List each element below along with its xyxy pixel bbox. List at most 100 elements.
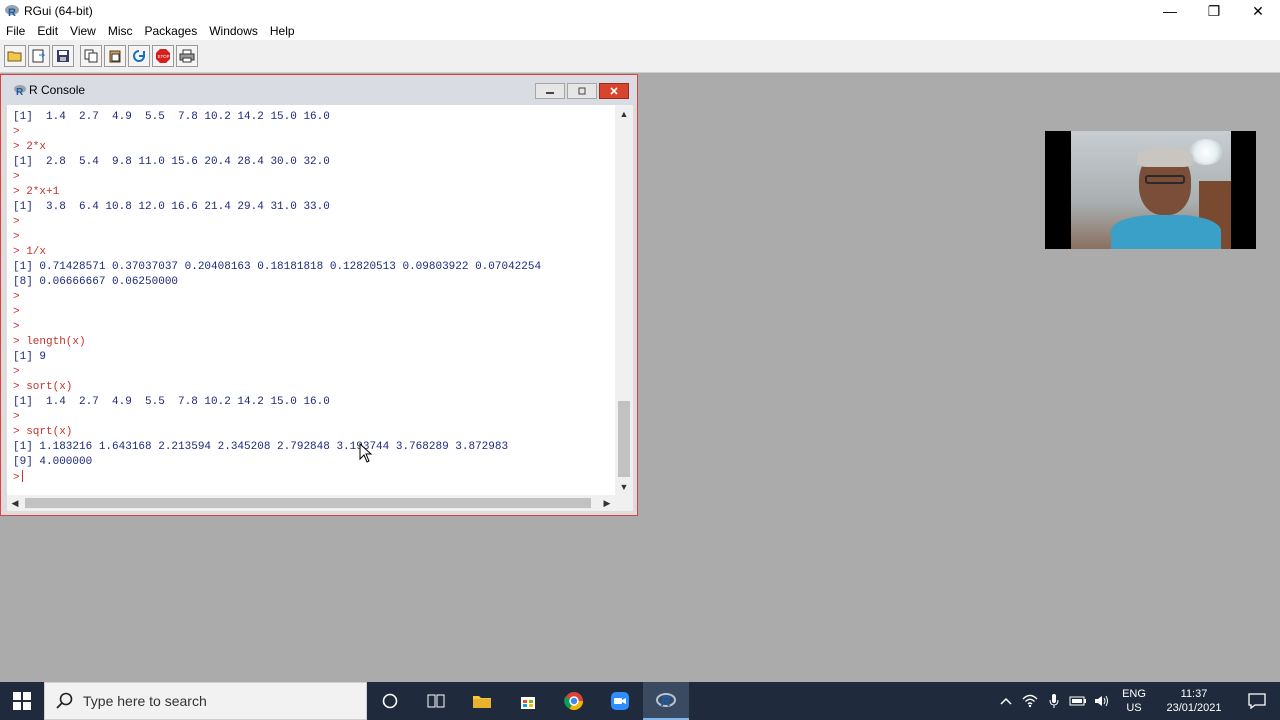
mouse-cursor-icon (359, 442, 373, 463)
system-tray: ENG US 11:37 23/01/2021 (994, 682, 1280, 720)
console-input-line: > 1/x (13, 246, 47, 258)
console-input-line: > (13, 366, 20, 378)
presenter-glasses (1145, 175, 1185, 184)
console-input-line: > (13, 291, 20, 303)
open-script-icon[interactable] (4, 45, 26, 67)
chrome-icon[interactable] (551, 682, 597, 720)
app-titlebar: R RGui (64-bit) — ❐ ✕ (0, 0, 1280, 22)
menu-edit[interactable]: Edit (31, 22, 64, 40)
search-placeholder: Type here to search (83, 693, 207, 709)
console-output-line: [1] 0.71428571 0.37037037 0.20408163 0.1… (13, 261, 542, 273)
menubar: File Edit View Misc Packages Windows Hel… (0, 22, 1280, 40)
console-title: R Console (29, 83, 86, 97)
console-output-line: [1] 1.183216 1.643168 2.213594 2.345208 … (13, 441, 509, 453)
taskbar: Type here to search ENG US 11:37 23/01/2… (0, 682, 1280, 720)
copy-icon[interactable] (80, 45, 102, 67)
console-output-line: [8] 0.06666667 0.06250000 (13, 276, 179, 288)
console-input-line: > (13, 126, 20, 138)
console-input-line: > (13, 306, 20, 318)
scroll-down-arrow-icon[interactable]: ▼ (615, 478, 633, 495)
console-titlebar: R R Console (1, 75, 637, 105)
menu-view[interactable]: View (64, 22, 102, 40)
webcam-video-overlay (1045, 131, 1256, 249)
vertical-scroll-thumb[interactable] (618, 401, 630, 477)
console-body[interactable]: [1] 1.4 2.7 4.9 5.5 7.8 10.2 14.2 15.0 1… (7, 105, 633, 511)
console-minimize-button[interactable] (535, 83, 565, 99)
console-input-line: > (13, 216, 20, 228)
microphone-icon[interactable] (1042, 682, 1066, 720)
horizontal-scrollbar[interactable]: ◀ ▶ (7, 495, 633, 511)
menu-help[interactable]: Help (264, 22, 301, 40)
svg-text:R: R (8, 7, 16, 18)
svg-text:R: R (16, 87, 24, 96)
show-hidden-icons-chevron-icon[interactable] (994, 682, 1018, 720)
save-workspace-icon[interactable] (52, 45, 74, 67)
menu-packages[interactable]: Packages (139, 22, 204, 40)
webcam-scene (1071, 131, 1231, 249)
console-output-line: [1] 3.8 6.4 10.8 12.0 16.6 21.4 29.4 31.… (13, 201, 330, 213)
console-restore-button[interactable] (567, 83, 597, 99)
scroll-up-arrow-icon[interactable]: ▲ (615, 105, 633, 122)
load-workspace-icon[interactable] (28, 45, 50, 67)
app-title: RGui (64-bit) (24, 4, 93, 18)
minimize-button[interactable]: — (1148, 0, 1192, 22)
r-logo-icon: R (4, 3, 20, 19)
menu-windows[interactable]: Windows (203, 22, 264, 40)
console-output-line: [1] 2.8 5.4 9.8 11.0 15.6 20.4 28.4 30.0… (13, 156, 330, 168)
console-prompt: > (13, 472, 20, 484)
console-input-line: > sort(x) (13, 381, 73, 393)
task-view-icon[interactable] (413, 682, 459, 720)
console-input-line: > length(x) (13, 336, 86, 348)
horizontal-scroll-thumb[interactable] (25, 498, 591, 508)
console-output-line: [1] 1.4 2.7 4.9 5.5 7.8 10.2 14.2 15.0 1… (13, 396, 330, 408)
vertical-scrollbar[interactable]: ▲ ▼ (615, 105, 633, 495)
clock-time: 11:37 (1180, 688, 1208, 700)
console-input-line: > 2*x+1 (13, 186, 60, 198)
print-icon[interactable] (176, 45, 198, 67)
wifi-icon[interactable] (1018, 682, 1042, 720)
console-output-line: [9] 4.000000 (13, 456, 93, 468)
console-input-line: > (13, 231, 20, 243)
rgui-taskbar-icon[interactable] (643, 682, 689, 720)
file-explorer-icon[interactable] (459, 682, 505, 720)
zoom-icon[interactable] (597, 682, 643, 720)
console-input-line: > 2*x (13, 141, 47, 153)
console-prompt-line[interactable]: > (13, 470, 613, 485)
taskbar-search-box[interactable]: Type here to search (44, 682, 367, 720)
start-button[interactable] (0, 682, 44, 720)
r-console-window: R R Console [1] 1.4 2.7 4.9 5.5 7.8 10.2… (0, 74, 638, 516)
paste-icon[interactable] (104, 45, 126, 67)
text-caret (21, 470, 23, 482)
svg-text:STOP: STOP (158, 54, 170, 59)
close-button[interactable]: ✕ (1236, 0, 1280, 22)
lamp-light (1189, 139, 1223, 165)
console-input-line: > sqrt(x) (13, 426, 73, 438)
console-output-line: [1] 1.4 2.7 4.9 5.5 7.8 10.2 14.2 15.0 1… (13, 111, 330, 123)
windows-logo-icon (13, 692, 31, 710)
menu-misc[interactable]: Misc (102, 22, 139, 40)
cortana-icon[interactable] (367, 682, 413, 720)
console-input-line: > (13, 171, 20, 183)
restore-button[interactable]: ❐ (1192, 0, 1236, 22)
stop-icon[interactable]: STOP (152, 45, 174, 67)
presenter-shirt (1111, 215, 1221, 249)
region-code: US (1126, 702, 1142, 714)
console-output-line: [1] 9 (13, 351, 47, 363)
battery-icon[interactable] (1066, 682, 1090, 720)
console-output[interactable]: [1] 1.4 2.7 4.9 5.5 7.8 10.2 14.2 15.0 1… (13, 110, 613, 494)
copy-paste-icon[interactable] (128, 45, 150, 67)
console-close-button[interactable] (599, 83, 629, 99)
presenter-hair (1137, 147, 1193, 167)
scroll-left-arrow-icon[interactable]: ◀ (7, 495, 23, 511)
scroll-right-arrow-icon[interactable]: ▶ (599, 495, 615, 511)
taskbar-clock[interactable]: 11:37 23/01/2021 (1154, 687, 1234, 715)
volume-icon[interactable] (1090, 682, 1114, 720)
menu-file[interactable]: File (0, 22, 31, 40)
action-center-icon[interactable] (1234, 682, 1280, 720)
clock-date: 23/01/2021 (1166, 702, 1222, 714)
store-icon[interactable] (505, 682, 551, 720)
search-icon (55, 691, 75, 711)
console-input-line: > (13, 321, 20, 333)
r-logo-icon: R (13, 83, 27, 97)
language-indicator[interactable]: ENG US (1114, 687, 1154, 715)
